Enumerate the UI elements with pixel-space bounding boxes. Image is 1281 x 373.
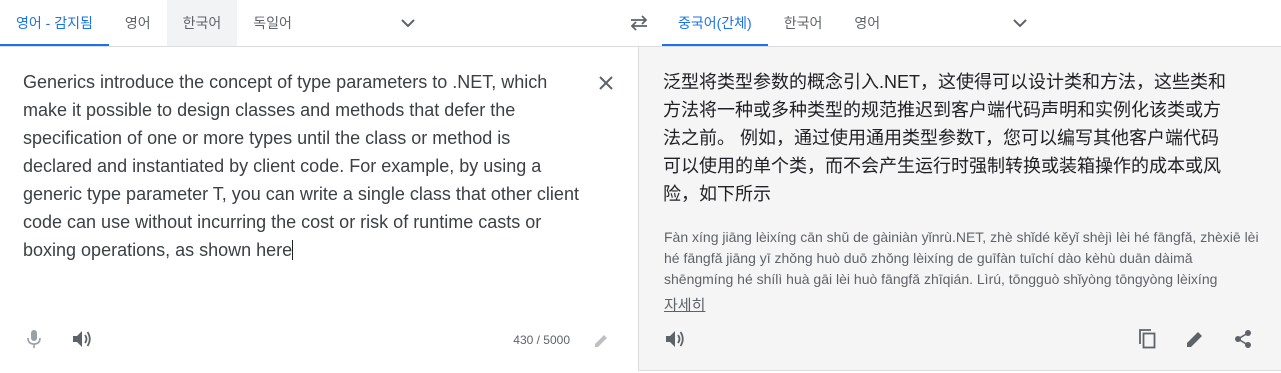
tab-target-english[interactable]: 영어 — [838, 0, 896, 46]
chevron-down-icon — [401, 19, 415, 28]
translation-panel: 泛型将类型参数的概念引入.NET，这使得可以设计类和方法，这些类和方法将一种或多… — [638, 47, 1281, 371]
tab-source-detected[interactable]: 영어 - 감지됨 — [0, 0, 109, 46]
copy-translation-button[interactable] — [1133, 325, 1161, 353]
edit-translation-button[interactable] — [1181, 325, 1209, 353]
swap-languages-button[interactable] — [626, 10, 652, 36]
listen-translation-button[interactable] — [661, 325, 689, 353]
clear-source-button[interactable] — [592, 69, 620, 97]
tab-target-chinese-simplified[interactable]: 중국어(간체) — [662, 0, 768, 46]
text-caret — [292, 240, 294, 260]
tab-source-english[interactable]: 영어 — [109, 0, 167, 46]
romanization-text: Fàn xíng jiāng lèixíng cān shǔ de gàinià… — [664, 229, 1259, 287]
target-language-dropdown[interactable] — [1000, 0, 1040, 46]
close-icon — [599, 76, 613, 90]
share-translation-button[interactable] — [1229, 325, 1257, 353]
character-count: 430 / 5000 — [513, 333, 570, 347]
tab-source-german[interactable]: 독일어 — [237, 0, 308, 46]
voice-input-button[interactable] — [20, 325, 48, 353]
source-language-bar: 영어 - 감지됨 영어 한국어 독일어 — [0, 0, 638, 46]
pencil-icon — [595, 335, 607, 347]
speaker-icon — [73, 331, 91, 347]
source-text-input[interactable]: Generics introduce the concept of type p… — [23, 68, 583, 264]
edit-source-button[interactable] — [587, 327, 615, 355]
translation-text: 泛型将类型参数的概念引入.NET，这使得可以设计类和方法，这些类和方法将一种或多… — [663, 72, 1226, 204]
pencil-icon — [1187, 332, 1202, 347]
copy-icon — [1139, 329, 1156, 349]
share-icon — [1235, 330, 1251, 348]
tab-target-korean[interactable]: 한국어 — [768, 0, 839, 46]
show-more-link[interactable]: 자세히 — [664, 294, 705, 315]
source-language-dropdown[interactable] — [388, 0, 428, 46]
target-language-bar: 중국어(간체) 한국어 영어 — [662, 0, 1281, 46]
swap-icon — [630, 15, 648, 31]
listen-source-button[interactable] — [68, 325, 96, 353]
source-panel: Generics introduce the concept of type p… — [0, 47, 638, 373]
speaker-icon — [666, 331, 684, 347]
tab-source-korean[interactable]: 한국어 — [166, 0, 238, 46]
microphone-icon — [27, 330, 41, 348]
chevron-down-icon — [1013, 19, 1027, 28]
